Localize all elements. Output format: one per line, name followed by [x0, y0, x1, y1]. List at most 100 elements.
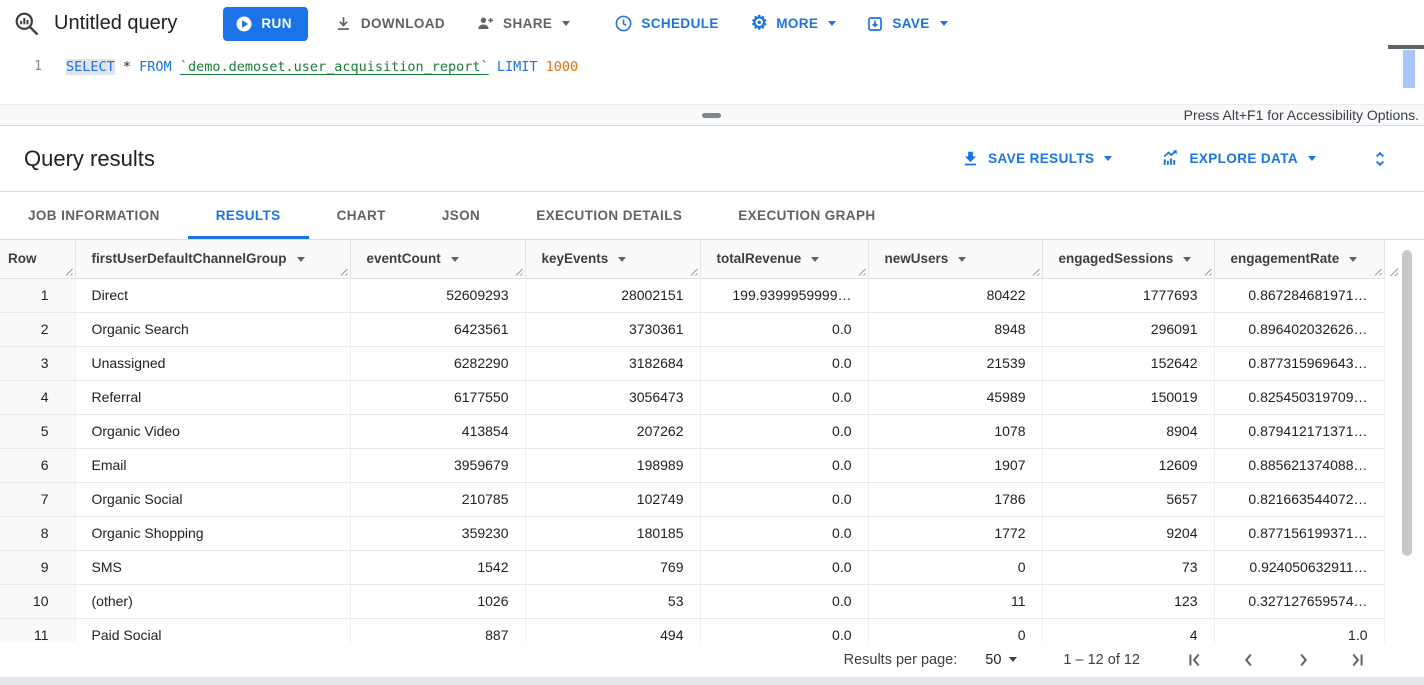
cell-firstuserdefaultchannelgroup: Referral	[75, 380, 350, 414]
row-number-cell: 10	[0, 584, 75, 618]
more-button[interactable]: ⚙ MORE	[751, 14, 837, 33]
column-resize-grip[interactable]	[689, 267, 698, 276]
explore-data-label: EXPLORE DATA	[1189, 151, 1298, 166]
editor-scrollbar-thumb[interactable]	[1403, 50, 1415, 88]
column-header-keyevents[interactable]: keyEvents	[525, 240, 700, 278]
cell-engagedsessions: 296091	[1042, 312, 1214, 346]
run-button[interactable]: RUN	[223, 7, 307, 41]
cell-eventcount: 359230	[350, 516, 525, 550]
column-menu-caret-icon[interactable]	[1349, 257, 1357, 262]
table-scrollbar-thumb[interactable]	[1402, 250, 1412, 556]
column-resize-grip[interactable]	[857, 267, 866, 276]
editor-splitter-strip: Press Alt+F1 for Accessibility Options.	[0, 104, 1424, 126]
page-size-value: 50	[985, 652, 1001, 668]
cell-firstuserdefaultchannelgroup: Paid Social	[75, 618, 350, 642]
table-row: 10(other)1026530.0111230.327127659574…	[0, 584, 1384, 618]
query-results-title: Query results	[24, 146, 155, 172]
cell-engagedsessions: 1777693	[1042, 278, 1214, 312]
tab-execution-details[interactable]: EXECUTION DETAILS	[508, 192, 710, 239]
tab-label: CHART	[337, 208, 386, 223]
sql-token-keyword: FROM	[139, 59, 172, 75]
sql-token-keyword-selected: SELECT	[66, 59, 115, 75]
sql-token-keyword: LIMIT	[497, 59, 538, 75]
table-row: 9SMS15427690.00730.924050632911…	[0, 550, 1384, 584]
tab-chart[interactable]: CHART	[309, 192, 414, 239]
collapse-results-button[interactable]	[1370, 148, 1390, 170]
download-button[interactable]: DOWNLOAD	[334, 14, 445, 33]
save-button[interactable]: SAVE	[866, 15, 947, 33]
column-header-label: eventCount	[367, 251, 441, 266]
chevron-down-icon	[562, 21, 570, 26]
column-menu-caret-icon[interactable]	[1183, 257, 1191, 262]
chevron-down-icon	[940, 21, 948, 26]
column-header-firstuserdefaultchannelgroup[interactable]: firstUserDefaultChannelGroup	[75, 240, 350, 278]
first-page-button[interactable]	[1184, 649, 1206, 671]
column-resize-grip[interactable]	[1031, 267, 1040, 276]
explore-data-button[interactable]: EXPLORE DATA	[1160, 149, 1316, 168]
chevron-down-icon	[1009, 657, 1017, 662]
column-header-newusers[interactable]: newUsers	[868, 240, 1042, 278]
cell-engagementrate: 0.877315969643…	[1214, 346, 1384, 380]
column-header-engagementrate[interactable]: engagementRate	[1214, 240, 1384, 278]
tab-json[interactable]: JSON	[414, 192, 508, 239]
results-per-page-label: Results per page:	[844, 652, 958, 668]
column-menu-caret-icon[interactable]	[618, 257, 626, 262]
cell-engagedsessions: 5657	[1042, 482, 1214, 516]
cell-totalrevenue: 0.0	[700, 618, 868, 642]
column-menu-caret-icon[interactable]	[958, 257, 966, 262]
save-results-button[interactable]: SAVE RESULTS	[961, 149, 1112, 168]
row-number-cell: 7	[0, 482, 75, 516]
page-size-select[interactable]: 50	[985, 652, 1017, 668]
cell-keyevents: 53	[525, 584, 700, 618]
cell-engagementrate: 0.821663544072…	[1214, 482, 1384, 516]
column-header-label: totalRevenue	[717, 251, 802, 266]
column-header-eventcount[interactable]: eventCount	[350, 240, 525, 278]
column-resize-grip[interactable]	[64, 267, 73, 276]
column-header-engagedsessions[interactable]: engagedSessions	[1042, 240, 1214, 278]
column-menu-caret-icon[interactable]	[451, 257, 459, 262]
row-number-cell: 9	[0, 550, 75, 584]
save-icon	[866, 15, 884, 33]
previous-page-button[interactable]	[1238, 649, 1260, 671]
tab-job-information[interactable]: JOB INFORMATION	[0, 192, 188, 239]
horizontal-scrollbar[interactable]	[0, 677, 1424, 685]
person-add-icon	[475, 14, 495, 33]
cell-newusers: 1078	[868, 414, 1042, 448]
column-menu-caret-icon[interactable]	[297, 257, 305, 262]
splitter-drag-handle[interactable]	[702, 113, 721, 118]
next-page-button[interactable]	[1292, 649, 1314, 671]
row-number-cell: 6	[0, 448, 75, 482]
column-header-label: newUsers	[885, 251, 949, 266]
column-menu-caret-icon[interactable]	[811, 257, 819, 262]
cell-eventcount: 52609293	[350, 278, 525, 312]
sql-token-plain	[537, 59, 545, 75]
cell-engagementrate: 0.825450319709…	[1214, 380, 1384, 414]
cell-engagedsessions: 12609	[1042, 448, 1214, 482]
sql-editor[interactable]: 1 SELECT * FROM `demo.demoset.user_acqui…	[0, 47, 1424, 104]
cell-engagementrate: 0.327127659574…	[1214, 584, 1384, 618]
column-header-row[interactable]: Row	[0, 240, 75, 278]
sql-token-plain	[489, 59, 497, 75]
tab-execution-graph[interactable]: EXECUTION GRAPH	[710, 192, 903, 239]
column-header-totalrevenue[interactable]: totalRevenue	[700, 240, 868, 278]
column-resize-grip[interactable]	[514, 267, 523, 276]
sql-line-code[interactable]: SELECT * FROM `demo.demoset.user_acquisi…	[66, 57, 578, 77]
schedule-button[interactable]: SCHEDULE	[614, 14, 718, 33]
tab-results[interactable]: RESULTS	[188, 192, 309, 239]
page-range-label: 1 – 12 of 12	[1063, 652, 1140, 668]
last-page-button[interactable]	[1346, 649, 1368, 671]
column-resize-grip[interactable]	[339, 267, 348, 276]
row-number-cell: 2	[0, 312, 75, 346]
cell-engagementrate: 0.924050632911…	[1214, 550, 1384, 584]
cell-newusers: 80422	[868, 278, 1042, 312]
last-page-icon	[1346, 649, 1368, 671]
cell-engagementrate: 0.896402032626…	[1214, 312, 1384, 346]
cell-keyevents: 494	[525, 618, 700, 642]
cell-totalrevenue: 0.0	[700, 550, 868, 584]
column-resize-grip[interactable]	[1373, 267, 1382, 276]
cell-totalrevenue: 0.0	[700, 380, 868, 414]
share-button[interactable]: SHARE	[475, 14, 570, 33]
query-results-header: Query results SAVE RESULTS EXPLORE DATA	[0, 126, 1424, 192]
column-resize-grip[interactable]	[1203, 267, 1212, 276]
table-row: 1Direct5260929328002151199.9399959999…80…	[0, 278, 1384, 312]
